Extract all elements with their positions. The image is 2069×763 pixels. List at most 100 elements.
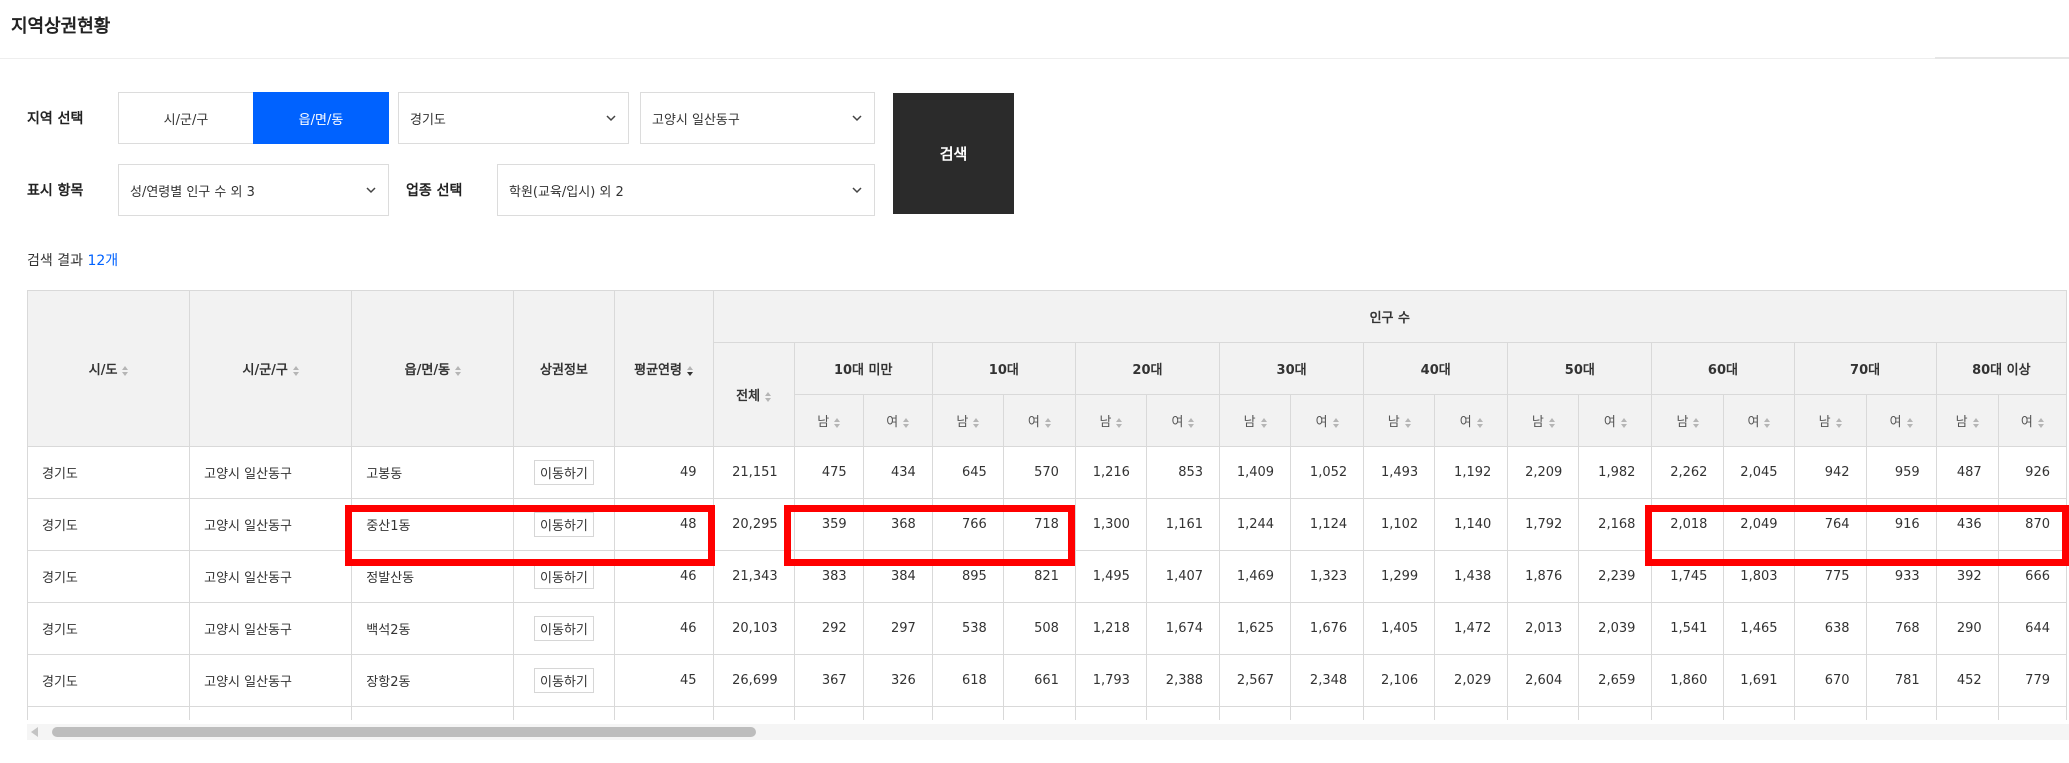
- cell-empty: [1651, 706, 1725, 720]
- header-sex-female[interactable]: 여: [1997, 394, 2068, 447]
- cell-population-value: 661: [1002, 654, 1076, 707]
- cell-population-value: 2,604: [1507, 654, 1580, 707]
- move-button[interactable]: 이동하기: [534, 668, 594, 693]
- cell-population-value: 384: [862, 550, 933, 603]
- cell-sigungu: 고양시 일산동구: [189, 654, 353, 707]
- display-items-value: 성/연령별 인구 수 외 3: [130, 184, 255, 200]
- header-sex-female[interactable]: 여: [1865, 394, 1937, 447]
- cell-empty: [613, 706, 714, 720]
- province-select[interactable]: 경기도: [398, 92, 629, 144]
- industry-select-value: 학원(교육/입시) 외 2: [509, 184, 624, 200]
- cell-population-value: 1,140: [1434, 498, 1509, 551]
- cell-population-value: 618: [931, 654, 1004, 707]
- cell-population-value: 297: [862, 602, 933, 655]
- sort-icon: [834, 417, 841, 428]
- header-age-group: 50대: [1507, 342, 1653, 395]
- sort-icon: [1332, 417, 1339, 428]
- header-sex-female[interactable]: 여: [1290, 394, 1365, 447]
- header-avg-age[interactable]: 평균연령: [613, 290, 714, 447]
- header-sex-male[interactable]: 남: [1935, 394, 1999, 447]
- header-sex-female[interactable]: 여: [1145, 394, 1221, 447]
- cell-population-value: 766: [931, 498, 1004, 551]
- cell-population-value: 392: [1935, 550, 1999, 603]
- search-button[interactable]: 검색: [893, 93, 1014, 214]
- cell-sido: 경기도: [27, 602, 191, 655]
- cell-sigungu: 고양시 일산동구: [189, 602, 353, 655]
- header-sido[interactable]: 시/도: [27, 290, 191, 447]
- page-title: 지역상권현황: [11, 16, 111, 37]
- header-sex-male[interactable]: 남: [1507, 394, 1580, 447]
- move-button[interactable]: 이동하기: [534, 460, 594, 485]
- cell-population-value: 1,465: [1723, 602, 1795, 655]
- horizontal-scrollbar-thumb[interactable]: [52, 727, 756, 737]
- header-sex-female[interactable]: 여: [1578, 394, 1653, 447]
- cell-dong: 고봉동: [351, 446, 515, 499]
- sort-icon: [1548, 417, 1555, 428]
- move-button[interactable]: 이동하기: [534, 616, 594, 641]
- header-sex-female[interactable]: 여: [1723, 394, 1795, 447]
- cell-population-value: 1,244: [1219, 498, 1292, 551]
- cell-population-value: 870: [1997, 498, 2068, 551]
- cell-total: 20,295: [712, 498, 795, 551]
- cell-dong: 백석2동: [351, 602, 515, 655]
- header-sex-female[interactable]: 여: [1002, 394, 1076, 447]
- cell-population-value: 718: [1002, 498, 1076, 551]
- header-age-group: 10대 미만: [793, 342, 933, 395]
- city-select[interactable]: 고양시 일산동구: [640, 92, 875, 144]
- segment-sigungu-button[interactable]: 시/군/구: [118, 92, 254, 144]
- cell-population-value: 1,674: [1145, 602, 1221, 655]
- industry-select[interactable]: 학원(교육/입시) 외 2: [497, 164, 875, 216]
- move-button[interactable]: 이동하기: [534, 512, 594, 537]
- cell-population-value: 1,469: [1219, 550, 1292, 603]
- sort-icon: [122, 365, 129, 376]
- header-total[interactable]: 전체: [712, 342, 795, 447]
- header-sex-male[interactable]: 남: [931, 394, 1004, 447]
- scroll-left-arrow-icon[interactable]: [31, 727, 38, 737]
- header-sex-male[interactable]: 남: [1219, 394, 1292, 447]
- display-items-select[interactable]: 성/연령별 인구 수 외 3: [118, 164, 389, 216]
- header-sex-male[interactable]: 남: [1363, 394, 1436, 447]
- cell-sido: 경기도: [27, 654, 191, 707]
- cell-empty: [1363, 706, 1436, 720]
- header-info: 상권정보: [513, 290, 615, 447]
- header-age-group: 60대: [1651, 342, 1795, 395]
- cell-population-value: 926: [1997, 446, 2068, 499]
- header-eupmyeon[interactable]: 읍/면/동: [351, 290, 515, 447]
- cell-sido: 경기도: [27, 446, 191, 499]
- chevron-down-icon: [606, 115, 616, 122]
- header-sex-male[interactable]: 남: [793, 394, 864, 447]
- sort-icon: [1260, 417, 1267, 428]
- move-button[interactable]: 이동하기: [534, 564, 594, 589]
- header-sex-male[interactable]: 남: [1651, 394, 1725, 447]
- header-age-group: 70대: [1793, 342, 1937, 395]
- cell-population-value: 290: [1935, 602, 1999, 655]
- header-sex-male[interactable]: 남: [1793, 394, 1867, 447]
- cell-population-value: 916: [1865, 498, 1937, 551]
- cell-population-value: 666: [1997, 550, 2068, 603]
- region-select-label: 지역 선택: [27, 111, 84, 127]
- cell-total: 26,699: [712, 654, 795, 707]
- cell-sigungu: 고양시 일산동구: [189, 446, 353, 499]
- cell-population-value: 359: [793, 498, 864, 551]
- cell-dong: 장항2동: [351, 654, 515, 707]
- cell-population-value: 1,300: [1074, 498, 1147, 551]
- cell-population-value: 638: [1793, 602, 1867, 655]
- city-select-value: 고양시 일산동구: [652, 112, 740, 128]
- segment-eupmyeon-button[interactable]: 읍/면/동: [253, 92, 389, 144]
- cell-sido: 경기도: [27, 550, 191, 603]
- cell-population-value: 2,567: [1219, 654, 1292, 707]
- cell-population-value: 1,323: [1290, 550, 1365, 603]
- header-sex-female[interactable]: 여: [862, 394, 933, 447]
- province-select-value: 경기도: [410, 112, 446, 128]
- cell-population-value: 1,438: [1434, 550, 1509, 603]
- cell-population-value: 538: [931, 602, 1004, 655]
- header-sigungu[interactable]: 시/군/구: [189, 290, 353, 447]
- header-sex-male[interactable]: 남: [1074, 394, 1147, 447]
- cell-info: 이동하기: [513, 550, 615, 603]
- cell-empty: [1145, 706, 1221, 720]
- cell-empty: [712, 706, 795, 720]
- header-sex-female[interactable]: 여: [1434, 394, 1509, 447]
- header-age-group: 30대: [1219, 342, 1365, 395]
- cell-sido: 경기도: [27, 498, 191, 551]
- sort-icon: [1188, 417, 1195, 428]
